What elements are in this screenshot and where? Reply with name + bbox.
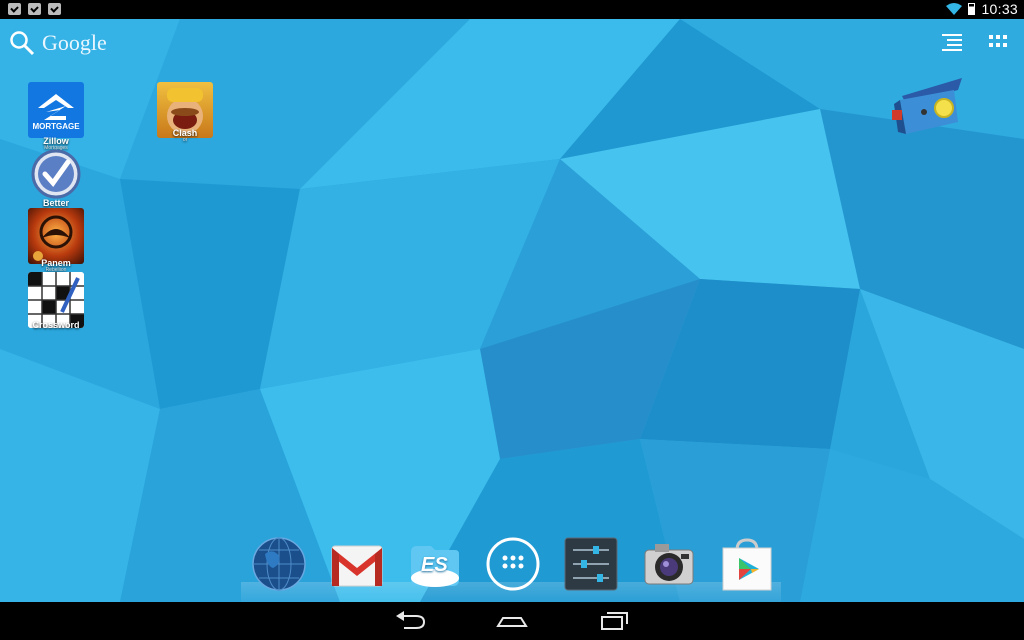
navigation-bar [0, 602, 1024, 640]
briefcase-check-icon[interactable] [8, 3, 21, 15]
list-icon[interactable] [942, 33, 962, 51]
app-panem[interactable]: Panem Rebellion [21, 208, 91, 273]
search-label: Google [42, 30, 107, 55]
app-label: Panem [41, 258, 71, 268]
all-apps-icon[interactable] [485, 536, 541, 592]
home-icon[interactable] [495, 610, 529, 632]
app-grid-icon[interactable] [988, 33, 1008, 51]
camera-icon[interactable] [641, 536, 697, 592]
google-search-bar[interactable]: Google [8, 29, 107, 57]
settings-sliders-icon[interactable] [563, 536, 619, 592]
panem-mockingjay-icon [28, 208, 84, 264]
briefcase-check-icon[interactable] [48, 3, 61, 15]
zillow-tile-text: MORTGAGE [32, 122, 80, 131]
app-label: Clash [172, 128, 198, 138]
app-label: Zillow [43, 136, 69, 146]
wifi-icon [946, 3, 963, 15]
play-store-icon[interactable] [719, 536, 775, 592]
app-label: Better [42, 198, 69, 208]
better-checkmark-icon [28, 148, 84, 204]
app-zillow[interactable]: MORTGAGE Zillow Mortgages [21, 82, 91, 151]
app-better[interactable]: Better [21, 148, 91, 208]
es-logo-text: ES [421, 554, 448, 576]
app-crossword[interactable]: Crossword [21, 272, 91, 330]
briefcase-check-icon[interactable] [28, 3, 41, 15]
status-bar: 10:33 [0, 0, 1024, 19]
clock: 10:33 [981, 1, 1018, 17]
app-label: Crossword [32, 320, 80, 330]
recent-apps-icon[interactable] [598, 610, 632, 632]
es-file-explorer-icon[interactable]: ES [407, 536, 463, 592]
gmail-icon[interactable] [329, 536, 385, 592]
search-icon [10, 31, 35, 56]
globe-browser-icon[interactable] [251, 536, 307, 592]
camera-widget-icon[interactable] [892, 74, 964, 138]
back-icon[interactable] [394, 610, 428, 632]
app-clash[interactable]: Clash of [150, 82, 220, 143]
zillow-icon: MORTGAGE [28, 82, 84, 138]
battery-icon [968, 3, 976, 15]
